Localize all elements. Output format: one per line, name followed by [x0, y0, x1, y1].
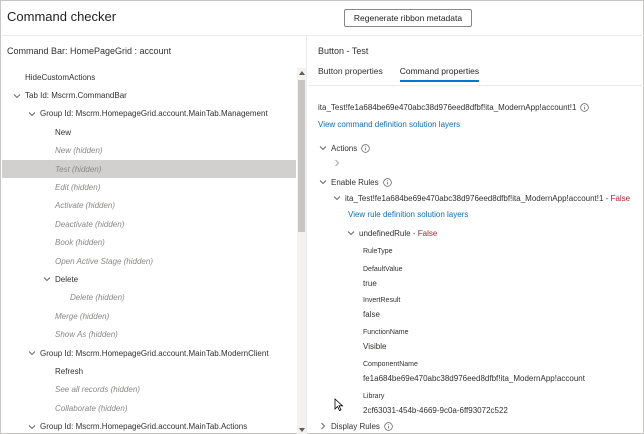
regenerate-ribbon-metadata-button[interactable]: Regenerate ribbon metadata — [344, 9, 472, 27]
tree-item[interactable]: Group Id: Mscrm.HomepageGrid.account.Mai… — [2, 417, 296, 434]
button-details-pane: Button - Test Button properties Command … — [308, 36, 644, 434]
chevron-down-icon — [332, 193, 342, 203]
enable-rule-result: - False — [605, 193, 631, 203]
tree-item[interactable]: Group Id: Mscrm.HomepageGrid.account.Mai… — [2, 344, 296, 362]
property-value: Visible — [363, 342, 387, 351]
property-name: FunctionName — [363, 329, 409, 336]
tree-item-label: Refresh — [55, 366, 84, 376]
undefined-rule-name: undefinedRule — [359, 228, 411, 238]
tree-item[interactable]: Delete (hidden) — [2, 289, 296, 307]
actions-label: Actions — [331, 143, 358, 153]
tree-item[interactable]: New (hidden) — [2, 142, 296, 160]
tree-item-label: See all records (hidden) — [55, 385, 140, 395]
scrollbar-thumb[interactable] — [298, 80, 305, 232]
scroll-up-arrow-icon[interactable] — [297, 68, 306, 77]
property-value: fe1a684be69e470abc38d976eed8dfbf!ita_Mod… — [363, 374, 585, 383]
chevron-down-icon[interactable] — [42, 274, 52, 284]
view-command-definition-link[interactable]: View command definition solution layers — [318, 120, 460, 129]
tree-item-label: Delete (hidden) — [70, 293, 125, 303]
view-rule-definition-link[interactable]: View rule definition solution layers — [348, 210, 468, 219]
tabs-divider — [308, 85, 644, 86]
tree-item-label: Test (hidden) — [55, 164, 102, 174]
actions-section-header[interactable]: Actions — [318, 143, 370, 153]
display-rules-label: Display Rules — [331, 421, 380, 431]
tree-item[interactable]: Deactivate (hidden) — [2, 215, 296, 233]
enable-rules-label: Enable Rules — [331, 177, 379, 187]
tree-item-label: New (hidden) — [55, 146, 103, 156]
app-title: Command checker — [7, 9, 117, 24]
tree-item[interactable]: Book (hidden) — [2, 234, 296, 252]
property-name: DefaultValue — [363, 266, 403, 273]
command-bar-title: Command Bar: HomePageGrid : account — [7, 46, 172, 56]
command-tree: HideCustomActions Tab Id: Mscrm.CommandBa… — [2, 68, 296, 434]
enable-rules-section-header[interactable]: Enable Rules — [318, 177, 392, 187]
mouse-pointer-icon — [334, 398, 344, 412]
tree-item-label: Merge (hidden) — [55, 311, 110, 321]
tree-item[interactable]: Test (hidden) — [2, 159, 296, 179]
property-name: RuleType — [363, 248, 393, 255]
tree-scrollbar[interactable] — [297, 68, 306, 434]
info-icon[interactable] — [382, 177, 392, 187]
chevron-down-icon — [346, 228, 356, 238]
undefined-rule-result: - False — [412, 228, 438, 238]
command-bar-pane: Command Bar: HomePageGrid : account Hide… — [2, 36, 307, 434]
tree-item[interactable]: Refresh — [2, 362, 296, 380]
tree-item-label: Tab Id: Mscrm.CommandBar — [25, 91, 127, 101]
tree-item[interactable]: Group Id: Mscrm.HomepageGrid.account.Mai… — [2, 105, 296, 123]
tree-item-label: Collaborate (hidden) — [55, 403, 128, 413]
chevron-right-icon[interactable] — [332, 158, 342, 170]
tree-item[interactable]: Edit (hidden) — [2, 178, 296, 196]
tree-item-label: Group Id: Mscrm.HomepageGrid.account.Mai… — [40, 422, 248, 432]
scroll-down-arrow-icon[interactable] — [297, 425, 306, 434]
display-rules-section-header[interactable]: Display Rules — [318, 421, 393, 431]
tree-item-label: Deactivate (hidden) — [55, 219, 125, 229]
enable-rule-id: ita_Test!fe1a684be69e470abc38d976eed8dfb… — [345, 193, 604, 203]
command-id: ita_Test!fe1a684be69e470abc38d976eed8dfb… — [318, 103, 577, 112]
tree-item-label: Show As (hidden) — [55, 330, 118, 340]
tree-item-label: Group Id: Mscrm.HomepageGrid.account.Mai… — [40, 109, 268, 119]
tree-item-label: New — [55, 127, 72, 137]
chevron-down-icon — [318, 177, 328, 187]
command-checker-window: Command checker Regenerate ribbon metada… — [0, 0, 644, 434]
tree-item[interactable]: Open Active Stage (hidden) — [2, 252, 296, 270]
button-title: Button - Test — [318, 46, 369, 56]
property-name: ComponentName — [363, 361, 418, 368]
enable-rule-row[interactable]: ita_Test!fe1a684be69e470abc38d976eed8dfb… — [332, 193, 630, 203]
tree-item-label: Open Active Stage (hidden) — [55, 256, 153, 266]
info-icon[interactable] — [384, 421, 393, 431]
chevron-down-icon[interactable] — [27, 348, 37, 358]
undefined-rule-row[interactable]: undefinedRule - False — [346, 228, 437, 238]
tree-item-label: Edit (hidden) — [55, 183, 101, 193]
tree-item-label: Activate (hidden) — [55, 201, 116, 211]
chevron-down-icon[interactable] — [27, 109, 37, 119]
info-icon[interactable] — [580, 103, 590, 112]
tree-item[interactable]: See all records (hidden) — [2, 381, 296, 399]
tab-command-properties[interactable]: Command properties — [399, 66, 480, 82]
tree-item[interactable]: Delete — [2, 270, 296, 288]
chevron-right-icon — [318, 421, 328, 431]
info-icon[interactable] — [361, 143, 370, 153]
property-value: false — [363, 310, 380, 319]
tree-item[interactable]: Collaborate (hidden) — [2, 399, 296, 417]
chevron-down-icon[interactable] — [12, 91, 22, 101]
tree-item-label: Book (hidden) — [55, 238, 105, 248]
tree-item[interactable]: New — [2, 123, 296, 141]
property-name: Library — [363, 393, 385, 400]
property-value: 2cf63031-454b-4669-9c0a-6ff93072c522 — [363, 406, 508, 415]
tree-item[interactable]: Show As (hidden) — [2, 325, 296, 343]
details-tabs: Button properties Command properties — [318, 66, 496, 82]
tab-button-properties[interactable]: Button properties — [318, 66, 383, 82]
chevron-down-icon[interactable] — [27, 422, 37, 432]
tree-item-label: HideCustomActions — [25, 72, 96, 82]
property-name: InvertResult — [363, 297, 401, 304]
tree-item[interactable]: Activate (hidden) — [2, 197, 296, 215]
tree-item-label: Delete — [55, 274, 79, 284]
tree-item[interactable]: Tab Id: Mscrm.CommandBar — [2, 86, 296, 104]
tree-item[interactable]: Merge (hidden) — [2, 307, 296, 325]
chevron-down-icon — [318, 143, 328, 153]
command-id-row: ita_Test!fe1a684be69e470abc38d976eed8dfb… — [318, 103, 590, 112]
tree-item-label: Group Id: Mscrm.HomepageGrid.account.Mai… — [40, 348, 269, 358]
tree-item[interactable]: HideCustomActions — [2, 68, 296, 86]
property-value: true — [363, 279, 377, 288]
